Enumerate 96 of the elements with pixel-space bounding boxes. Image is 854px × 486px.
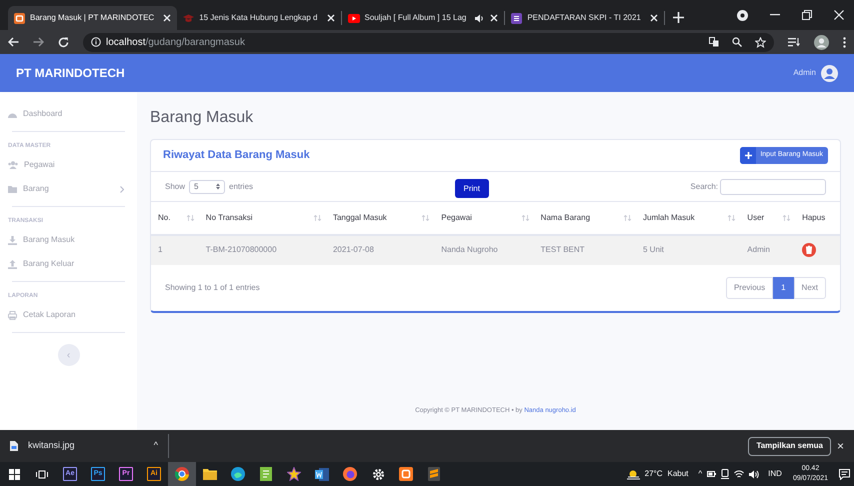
browser-tab[interactable]: Souljah [ Full Album ] 15 Lag [342, 6, 504, 30]
url-text: localhost/gudang/barangmasuk [106, 36, 245, 50]
language-indicator[interactable]: IND [768, 468, 782, 480]
trash-icon[interactable] [802, 243, 816, 257]
back-icon[interactable] [8, 37, 19, 47]
column-header[interactable]: Hapus [802, 212, 826, 224]
close-icon[interactable] [834, 10, 844, 20]
plus-icon [744, 152, 752, 159]
new-tab-icon[interactable] [672, 12, 684, 23]
show-label: Show [165, 180, 186, 192]
print-button[interactable]: Print [454, 179, 489, 198]
close-icon[interactable] [163, 14, 172, 22]
document-icon [315, 468, 329, 480]
caret-icon[interactable]: ^ [154, 439, 158, 453]
weather-icon[interactable] [626, 468, 640, 480]
settings-icon [372, 468, 384, 480]
browser-icon [175, 467, 189, 481]
column-header[interactable]: Pegawai [441, 212, 472, 224]
search-label: Search: [690, 180, 718, 192]
table-cell: 1 [151, 234, 199, 264]
column-header[interactable]: User [747, 212, 764, 224]
wifi-icon[interactable] [734, 470, 744, 478]
info-icon[interactable] [91, 37, 101, 47]
search-field[interactable] [720, 178, 826, 194]
task-view-icon [36, 468, 48, 480]
page-title: Barang Masuk [150, 108, 254, 128]
table-cell: Nanda Nugroho [434, 234, 534, 264]
notification-icon[interactable] [839, 468, 850, 480]
show-all-button[interactable]: Tampilkan semua [748, 436, 831, 456]
weather-condition[interactable]: Kabut [668, 468, 688, 480]
windows-start-icon [8, 468, 20, 480]
brand-title[interactable]: PT MARINDOTECH [16, 64, 125, 82]
folder-icon [203, 468, 217, 480]
column-header[interactable]: Jumlah Masuk [643, 212, 695, 224]
upload-icon [8, 260, 17, 268]
entries-label: entries [229, 180, 254, 192]
play-icon [348, 14, 360, 22]
tab-title: Barang Masuk | PT MARINDOTEC [30, 12, 154, 24]
table-cell: 5 Unit [636, 234, 740, 264]
entries-select[interactable]: 5 [189, 180, 226, 194]
restore-icon[interactable] [802, 10, 812, 20]
avatar-icon[interactable] [821, 64, 838, 82]
temperature[interactable]: 27°C [644, 468, 662, 480]
column-header[interactable]: Tanggal Masuk [332, 212, 387, 224]
browser-tab[interactable]: Barang Masuk | PT MARINDOTEC [8, 6, 178, 30]
speaker-icon [475, 14, 486, 22]
notepad-icon [260, 467, 272, 481]
table-cell: Admin [740, 234, 796, 264]
reload-icon[interactable] [58, 36, 69, 48]
pagination-button[interactable]: Previous [726, 276, 774, 298]
playlist-icon[interactable] [788, 37, 800, 47]
folder-icon [8, 186, 17, 192]
pagination-button[interactable]: 1 [773, 276, 794, 298]
device-icon[interactable] [721, 469, 730, 479]
tab-title: 15 Jenis Kata Hubung Lengkap d [199, 12, 318, 24]
tab-title: PENDAFTARAN SKPI - TI 2021 [527, 12, 641, 24]
sort-arrows-icon [216, 183, 220, 190]
close-icon[interactable] [326, 14, 334, 22]
browser-tab[interactable]: 15 Jenis Kata Hubung Lengkap d [177, 6, 340, 30]
printer-icon [8, 310, 17, 320]
download-item[interactable]: kwitansi.jpg ^ [10, 434, 158, 458]
address-bar[interactable]: localhost/gudang/barangmasuk [83, 32, 774, 52]
tray-caret-icon[interactable]: ^ [698, 468, 702, 480]
minimize-icon[interactable] [770, 14, 780, 16]
table-cell: TEST BENT [534, 234, 636, 264]
close-icon[interactable] [650, 14, 658, 22]
graduation-cap-icon [183, 12, 194, 24]
users-icon [8, 161, 18, 169]
globe-wave-icon [231, 467, 245, 481]
battery-icon[interactable] [707, 471, 716, 477]
chevron-right-icon [120, 186, 124, 192]
app-favicon-icon [14, 12, 25, 24]
download-icon [8, 236, 17, 244]
record-icon[interactable] [737, 10, 748, 20]
column-header[interactable]: No Transaksi [206, 212, 252, 224]
forward-icon[interactable] [33, 37, 44, 47]
card-title: Riwayat Data Barang Masuk [163, 148, 310, 164]
zoom-icon[interactable] [732, 37, 742, 47]
table-info: Showing 1 to 1 of 1 entries [165, 282, 260, 294]
star-icon[interactable] [755, 36, 766, 48]
close-button[interactable]: × [836, 437, 844, 455]
taskbar-app[interactable] [168, 462, 196, 486]
close-icon[interactable] [490, 14, 498, 22]
browser-tab[interactable]: PENDAFTARAN SKPI - TI 2021 [505, 6, 664, 30]
tab-title: Souljah [ Full Album ] 15 Lag [364, 12, 466, 24]
star-icon [287, 467, 301, 481]
volume-icon[interactable] [749, 470, 760, 478]
pagination-button[interactable]: Next [794, 276, 826, 298]
table-cell: T-BM-21070800000 [198, 234, 326, 264]
profile-avatar-icon[interactable] [814, 34, 829, 50]
menu-icon[interactable] [843, 36, 846, 48]
column-header[interactable]: No. [158, 212, 170, 224]
table-cell: 2021-07-08 [326, 234, 434, 264]
column-header[interactable]: Nama Barang [540, 212, 590, 224]
file-icon [10, 441, 18, 451]
form-icon [511, 12, 522, 24]
